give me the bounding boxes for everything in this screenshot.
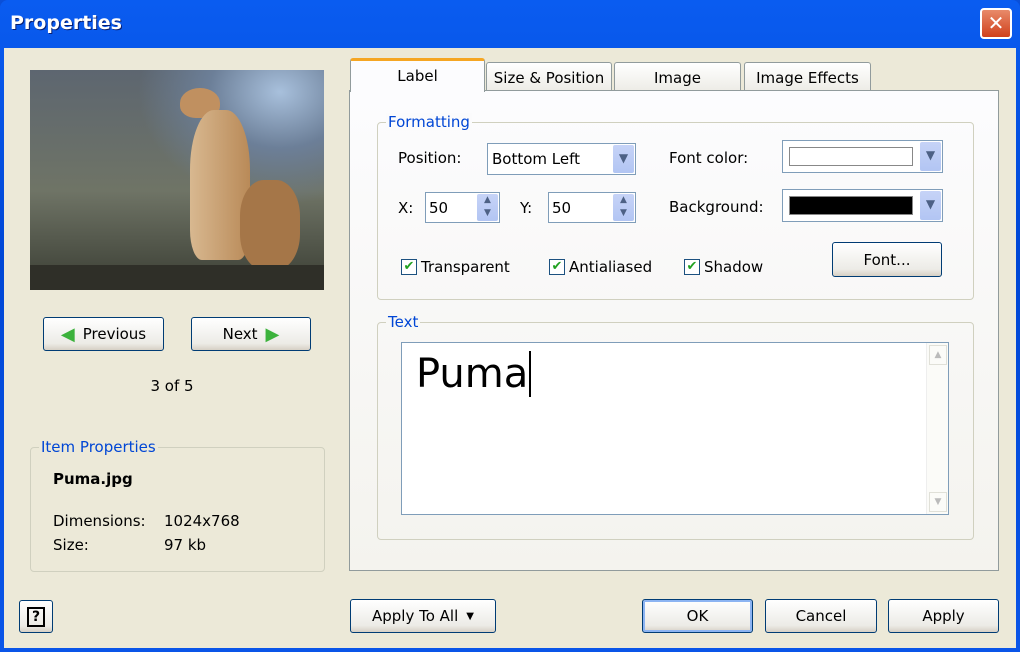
filename: Puma.jpg — [53, 470, 133, 488]
vertical-scrollbar[interactable]: ▲ ▼ — [926, 343, 948, 514]
chevron-down-icon: ▼ — [613, 145, 634, 173]
preview-image — [30, 70, 324, 290]
font-button[interactable]: Font... — [832, 242, 942, 277]
dimensions-value: 1024x768 — [164, 512, 240, 530]
tab-label[interactable]: Label — [350, 58, 485, 92]
scroll-up-icon[interactable]: ▲ — [929, 345, 947, 365]
label-text-area[interactable]: Puma ▲ ▼ — [401, 342, 949, 515]
apply-button[interactable]: Apply — [888, 599, 999, 633]
transparent-checkbox[interactable]: ✔ Transparent — [401, 258, 510, 276]
y-spinner[interactable]: 50 ▲ ▼ — [548, 192, 636, 223]
font-color-swatch — [789, 147, 913, 166]
arrow-right-icon: ▶ — [265, 323, 280, 345]
check-icon: ✔ — [549, 259, 565, 275]
arrow-left-icon: ◀ — [60, 323, 75, 345]
apply-to-all-button[interactable]: Apply To All ▼ — [350, 599, 496, 633]
image-counter: 3 of 5 — [150, 377, 194, 395]
close-icon: ✕ — [987, 11, 1005, 35]
chevron-down-icon: ▼ — [920, 142, 941, 171]
font-color-picker[interactable]: ▼ — [782, 140, 943, 173]
size-value: 97 kb — [164, 536, 207, 554]
tab-size-position[interactable]: Size & Position — [486, 62, 612, 92]
position-dropdown[interactable]: Bottom Left ▼ — [487, 143, 636, 175]
background-color-picker[interactable]: ▼ — [782, 189, 943, 222]
antialiased-checkbox[interactable]: ✔ Antialiased — [549, 258, 652, 276]
chevron-down-icon: ▼ — [920, 191, 941, 220]
previous-button[interactable]: ◀ Previous — [43, 317, 164, 351]
spinner-arrows-icon[interactable]: ▲ ▼ — [477, 194, 498, 221]
check-icon: ✔ — [401, 259, 417, 275]
ok-button[interactable]: OK — [642, 599, 753, 633]
properties-window: Properties ✕ ◀ Previous Next ▶ 3 of 5 Item… — [0, 0, 1020, 652]
dropdown-arrow-icon: ▼ — [466, 610, 474, 622]
background-color-swatch — [789, 196, 913, 215]
tab-image-effects[interactable]: Image Effects — [744, 62, 871, 92]
dialog-body: ◀ Previous Next ▶ 3 of 5 Item Properties P… — [4, 48, 1016, 648]
title-bar[interactable]: Properties ✕ — [0, 0, 1020, 48]
window-title: Properties — [10, 12, 122, 34]
cancel-button[interactable]: Cancel — [765, 599, 877, 633]
help-icon: ? — [26, 606, 46, 627]
check-icon: ✔ — [684, 259, 700, 275]
scroll-down-icon[interactable]: ▼ — [929, 492, 947, 512]
next-button[interactable]: Next ▶ — [191, 317, 311, 351]
spinner-arrows-icon[interactable]: ▲ ▼ — [613, 194, 634, 221]
x-spinner[interactable]: 50 ▲ ▼ — [425, 192, 500, 223]
item-properties-group: Item Properties Puma.jpg Dimensions: 102… — [30, 438, 325, 572]
tab-image[interactable]: Image — [614, 62, 741, 92]
help-button[interactable]: ? — [19, 600, 53, 633]
shadow-checkbox[interactable]: ✔ Shadow — [684, 258, 763, 276]
close-button[interactable]: ✕ — [980, 8, 1012, 39]
